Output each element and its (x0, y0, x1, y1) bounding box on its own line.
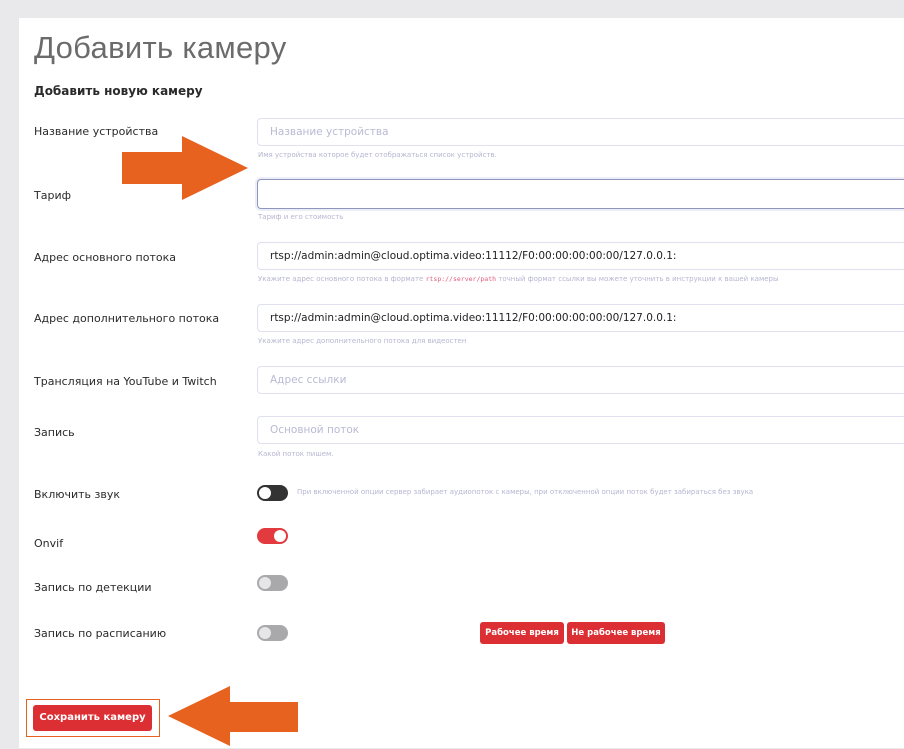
tariff-label: Тариф (34, 189, 71, 202)
extra-stream-input[interactable]: rtsp://admin:admin@cloud.optima.video:11… (257, 304, 904, 332)
main-stream-label: Адрес основного потока (34, 251, 176, 264)
broadcast-label: Трансляция на YouTube и Twitch (34, 375, 217, 388)
work-time-button[interactable]: Рабочее время (480, 622, 564, 644)
arrow-right-icon (122, 136, 248, 200)
extra-stream-label: Адрес дополнительного потока (34, 312, 220, 325)
toggle-knob (259, 487, 271, 499)
toggle-knob (259, 627, 271, 639)
onvif-toggle-label: Onvif (34, 537, 64, 550)
extra-stream-hint: Укажите адрес дополнительного потока для… (258, 337, 467, 345)
page-title: Добавить камеру (34, 30, 287, 65)
recording-hint: Какой поток пишем. (258, 450, 334, 458)
detection-toggle-label: Запись по детекции (34, 581, 152, 594)
main-stream-hint-note: точный формат ссылки вы можете уточнить … (498, 275, 779, 283)
tariff-input[interactable] (257, 179, 904, 209)
main-stream-hint-text: Укажите адрес основного потока в формате (258, 275, 424, 283)
device-name-input[interactable]: Название устройства (257, 118, 904, 146)
sound-toggle-label: Включить звук (34, 488, 121, 501)
schedule-toggle[interactable] (257, 625, 288, 641)
recording-label: Запись (34, 426, 75, 439)
broadcast-input[interactable]: Адрес ссылки (257, 366, 904, 394)
recording-select[interactable]: Основной поток (257, 416, 904, 444)
sound-toggle-hint: При включенной опции сервер забирает ауд… (297, 488, 754, 496)
tariff-hint: Тариф и его стоимость (258, 213, 344, 221)
device-name-hint: Имя устройства которое будет отображатьс… (258, 151, 497, 159)
main-stream-input[interactable]: rtsp://admin:admin@cloud.optima.video:11… (257, 242, 904, 270)
sound-toggle[interactable] (257, 485, 288, 501)
onvif-toggle[interactable] (257, 528, 288, 544)
page-subtitle: Добавить новую камеру (34, 84, 203, 98)
save-camera-button[interactable]: Сохранить камеру (33, 705, 152, 731)
schedule-toggle-label: Запись по расписанию (34, 627, 167, 640)
arrow-left-icon (168, 686, 298, 746)
toggle-knob (259, 577, 271, 589)
main-stream-hint-format: rtsp://server/path (425, 275, 497, 283)
detection-toggle[interactable] (257, 575, 288, 591)
toggle-knob (274, 530, 286, 542)
non-work-time-button[interactable]: Не рабочее время (567, 622, 665, 644)
main-stream-hint: Укажите адрес основного потока в формате… (258, 275, 779, 283)
